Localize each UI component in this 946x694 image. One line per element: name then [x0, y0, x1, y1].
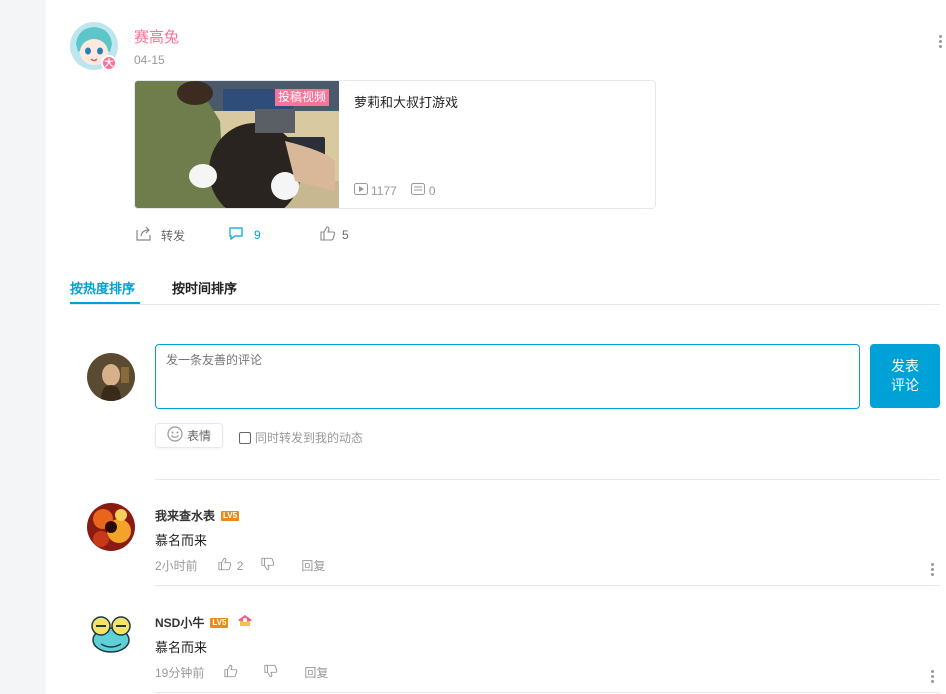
comment-like-button[interactable] [224, 664, 238, 681]
emoji-icon [167, 426, 183, 445]
thumb-up-icon [218, 557, 232, 574]
comment-avatar[interactable] [87, 610, 135, 658]
comment-divider [155, 585, 940, 586]
like-count: 5 [342, 228, 349, 242]
submit-comment-button[interactable]: 发表 评论 [870, 344, 940, 408]
comment-more-icon[interactable] [929, 563, 935, 576]
reply-button[interactable]: 回复 [304, 664, 328, 681]
post-more-icon[interactable] [937, 35, 943, 48]
post-date: 04-15 [134, 53, 165, 67]
play-count: 1177 [371, 183, 397, 198]
reply-button[interactable]: 回复 [301, 557, 325, 574]
comment-username[interactable]: 我来查水表 [155, 509, 215, 523]
comment-icon [228, 226, 244, 244]
emoji-button[interactable]: 表情 [155, 423, 223, 448]
tab-time[interactable]: 按时间排序 [172, 278, 237, 297]
tabs-divider [70, 304, 940, 305]
thumb-down-icon[interactable] [264, 664, 278, 681]
comment-text: 慕名而来 [155, 533, 208, 548]
comment-text: 慕名而来 [155, 640, 208, 655]
tab-hot[interactable]: 按热度排序 [70, 278, 135, 297]
comment-divider [155, 692, 940, 693]
thumb-up-icon [224, 664, 238, 681]
video-thumbnail[interactable]: 投稿视频 [135, 81, 339, 208]
comment-time: 2小时前 [155, 559, 198, 573]
video-tag: 投稿视频 [275, 89, 330, 106]
comment-avatar[interactable] [87, 503, 135, 551]
comment-header: 我来查水表 LV5 [155, 507, 240, 525]
comment-like-count: 2 [236, 558, 244, 573]
comment-username[interactable]: NSD小牛 [155, 614, 204, 631]
comment-meta: 2小时前 2 回复 [155, 557, 325, 574]
author-name[interactable]: 赛高兔 [134, 26, 179, 47]
verified-badge: 大 [101, 55, 117, 71]
forward-button[interactable]: 转发 [136, 226, 185, 244]
comment-count: 9 [254, 228, 261, 242]
level-badge: LV5 [221, 510, 240, 521]
level-badge: LV5 [210, 617, 229, 628]
comment-input[interactable] [155, 344, 860, 409]
medal-icon [236, 612, 254, 633]
thumb-down-icon[interactable] [261, 557, 275, 574]
play-icon [354, 183, 368, 198]
comment-button[interactable]: 9 [228, 226, 261, 244]
comment-time: 19分钟前 [155, 666, 205, 680]
left-gutter [0, 0, 46, 694]
comment-meta: 19分钟前 回复 [155, 664, 328, 681]
forward-label: 转发 [161, 228, 186, 243]
thumb-up-icon [320, 226, 336, 244]
danmaku-count: 0 [428, 183, 436, 198]
submit-label-line1: 发表 [891, 358, 919, 374]
forward-checkbox-label: 同时转发到我的动态 [255, 431, 364, 445]
composer-divider [155, 479, 940, 480]
video-title[interactable]: 萝莉和大叔打游戏 [354, 92, 458, 111]
forward-icon [136, 226, 152, 244]
video-stats: 1177 0 [354, 183, 436, 198]
video-card[interactable]: 投稿视频 萝莉和大叔打游戏 1177 0 [134, 80, 656, 209]
forward-to-dynamic-option[interactable]: 同时转发到我的动态 [239, 429, 363, 446]
danmaku-icon [410, 183, 425, 198]
current-user-avatar[interactable] [87, 353, 135, 401]
forward-checkbox[interactable] [239, 431, 251, 444]
like-button[interactable]: 5 [320, 226, 349, 244]
comment-more-icon[interactable] [929, 670, 935, 683]
comment-like-button[interactable]: 2 [218, 557, 244, 574]
emoji-label: 表情 [186, 429, 211, 443]
comment-header: NSD小牛 LV5 [155, 612, 254, 633]
submit-label-line2: 评论 [891, 377, 919, 393]
